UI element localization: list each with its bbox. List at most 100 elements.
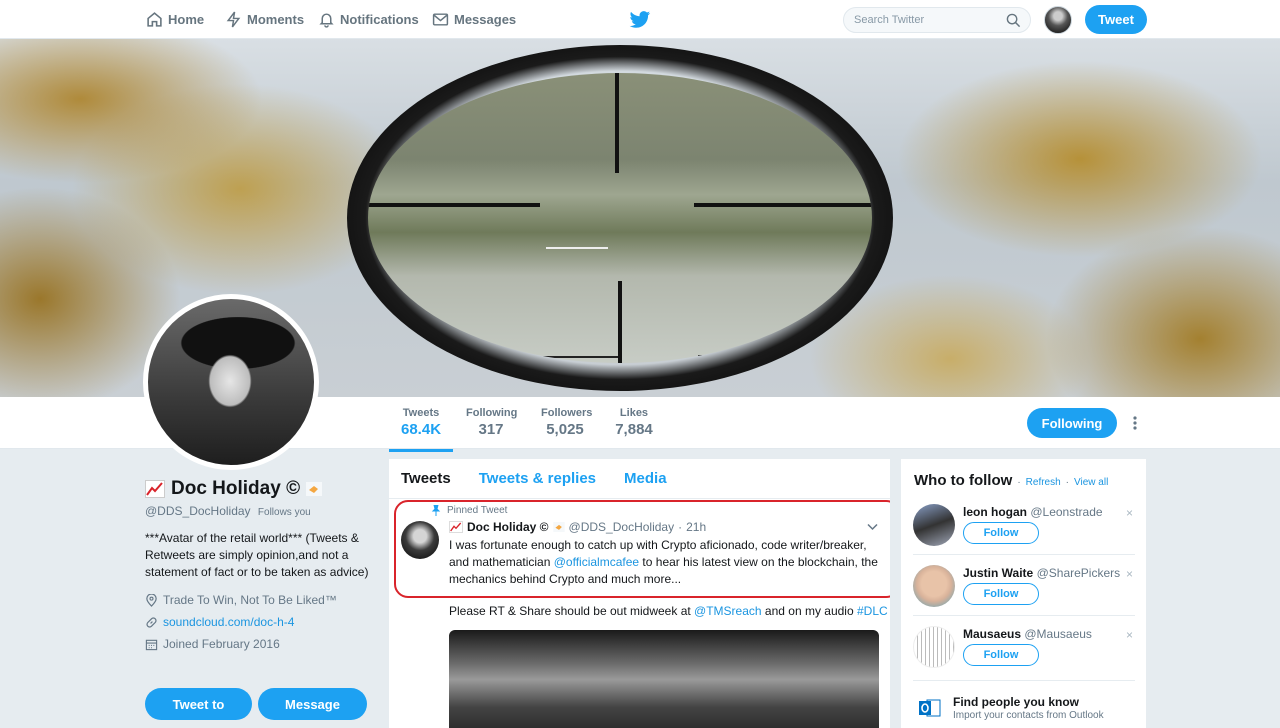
tab-media[interactable]: Media <box>624 470 667 487</box>
stat-following[interactable]: Following 317 <box>466 407 518 438</box>
stat-followers-label: Followers <box>541 407 593 419</box>
tweet-author-handle[interactable]: @DDS_DocHoliday <box>569 520 675 534</box>
top-navigation: Home Moments Notifications Messages Twee… <box>0 0 1280 39</box>
tweet-hashtag[interactable]: #DLC <box>857 604 888 618</box>
chevron-down-icon[interactable] <box>867 523 878 531</box>
tweet-line2-mention[interactable]: @TMSreach <box>694 604 762 618</box>
search-input[interactable] <box>844 8 994 32</box>
suggestion-avatar[interactable] <box>913 626 955 668</box>
suggestion-avatar[interactable] <box>913 565 955 607</box>
profile-joined: Joined February 2016 <box>145 637 375 651</box>
message-button[interactable]: Message <box>258 688 367 720</box>
stat-followers[interactable]: Followers 5,025 <box>541 407 593 438</box>
suggestion-item: Mausaeus @Mausaeus × Follow <box>913 626 1135 686</box>
tweet-header: Doc Holiday © @DDS_DocHoliday · 21h <box>449 520 706 534</box>
find-people-title: Find people you know <box>953 695 1079 709</box>
header-separator: · <box>1017 477 1021 488</box>
tweet-text-continued: Please RT & Share should be out midweek … <box>449 604 888 618</box>
tweet-time[interactable]: 21h <box>686 520 706 534</box>
follow-button[interactable]: Follow <box>963 522 1039 544</box>
suggestion-name-row[interactable]: Justin Waite @SharePickers <box>963 566 1120 580</box>
stat-following-value: 317 <box>478 421 504 438</box>
pinned-tweet-label: Pinned Tweet <box>431 505 507 516</box>
who-to-follow-header: Who to follow · Refresh · View all <box>914 472 1108 489</box>
suggestion-name: Mausaeus <box>963 627 1022 641</box>
stat-tweets-label: Tweets <box>402 407 440 419</box>
divider <box>913 680 1135 681</box>
tweet-line2-mid: and on my audio <box>764 604 854 618</box>
crosshair-left <box>368 203 540 207</box>
tweet-separator: · <box>678 520 683 534</box>
stat-likes-value: 7,884 <box>615 421 653 438</box>
nav-home[interactable]: Home <box>146 0 204 39</box>
calendar-icon <box>145 639 158 650</box>
suggestion-item: leon hogan @Leonstrade × Follow <box>913 504 1135 564</box>
nav-messages-label: Messages <box>454 12 517 27</box>
crosshair-right <box>694 203 872 207</box>
following-button[interactable]: Following <box>1027 408 1117 438</box>
nav-messages[interactable]: Messages <box>432 0 516 39</box>
tweet-line2-text: Please RT & Share should be out midweek … <box>449 604 691 618</box>
nav-moments-label: Moments <box>247 12 305 27</box>
profile-avatar[interactable] <box>143 294 319 470</box>
search-icon[interactable] <box>1006 13 1021 28</box>
stat-likes-label: Likes <box>619 407 649 419</box>
twitter-bird-icon[interactable] <box>629 10 651 30</box>
nav-notifications[interactable]: Notifications <box>318 0 419 39</box>
profile-action-buttons: Tweet to Message <box>145 688 367 720</box>
who-to-follow-module: Who to follow · Refresh · View all leon … <box>901 459 1146 728</box>
scope-tick <box>698 355 738 357</box>
profile-website-link[interactable]: soundcloud.com/doc-h-4 <box>163 615 294 629</box>
bell-icon <box>319 13 334 28</box>
profile-handle[interactable]: @DDS_DocHoliday <box>145 504 251 518</box>
tweet-author-name[interactable]: Doc Holiday © <box>467 520 549 534</box>
tweet-media-video[interactable] <box>449 630 879 728</box>
dismiss-icon[interactable]: × <box>1126 506 1133 520</box>
find-people-subtitle: Import your contacts from Outlook <box>953 710 1104 721</box>
tweet-mention[interactable]: @officialmcafee <box>554 555 639 569</box>
tab-tweets[interactable]: Tweets <box>401 470 451 487</box>
more-options-icon[interactable] <box>1130 415 1140 431</box>
tweet-to-button[interactable]: Tweet to <box>145 688 252 720</box>
dismiss-icon[interactable]: × <box>1126 628 1133 642</box>
suggestion-avatar[interactable] <box>913 504 955 546</box>
divider <box>913 615 1135 616</box>
follow-button[interactable]: Follow <box>963 583 1039 605</box>
suggestion-handle: @Mausaeus <box>1024 627 1092 641</box>
view-all-link[interactable]: View all <box>1074 477 1108 488</box>
profile-website: soundcloud.com/doc-h-4 <box>145 615 375 629</box>
suggestion-name: leon hogan <box>963 505 1027 519</box>
header-separator: · <box>1065 477 1070 488</box>
suggestion-name-row[interactable]: Mausaeus @Mausaeus <box>963 627 1092 641</box>
tab-tweets-replies[interactable]: Tweets & replies <box>479 470 596 487</box>
profile-bio: ***Avatar of the retail world*** (Tweets… <box>145 531 369 579</box>
nav-home-label: Home <box>168 12 205 27</box>
find-people-link[interactable]: Find people you know Import your contact… <box>913 693 1135 723</box>
lightning-icon <box>226 11 241 28</box>
tweet-author-avatar[interactable] <box>401 521 439 559</box>
crosshair-center-line <box>546 247 608 249</box>
stat-likes[interactable]: Likes 7,884 <box>614 407 654 438</box>
stat-tweets[interactable]: Tweets 68.4K <box>389 407 453 452</box>
flag-emoji-icon <box>306 482 323 496</box>
divider <box>913 554 1135 555</box>
home-icon <box>147 12 162 27</box>
follow-button[interactable]: Follow <box>963 644 1039 666</box>
tweet-text: I was fortunate enough to catch up with … <box>449 537 881 588</box>
search-box[interactable] <box>843 7 1031 33</box>
suggestion-name-row[interactable]: leon hogan @Leonstrade <box>963 505 1103 519</box>
timeline-tabs: Tweets Tweets & replies Media <box>389 459 890 499</box>
chart-up-emoji-icon <box>449 521 463 533</box>
refresh-link[interactable]: Refresh <box>1026 477 1061 488</box>
stat-following-label: Following <box>466 407 518 419</box>
suggestion-handle: @Leonstrade <box>1030 505 1103 519</box>
compose-tweet-button[interactable]: Tweet <box>1085 5 1147 34</box>
nav-moments[interactable]: Moments <box>225 0 304 39</box>
profile-handle-row: @DDS_DocHoliday Follows you <box>145 504 375 518</box>
dismiss-icon[interactable]: × <box>1126 567 1133 581</box>
crosshair-top <box>615 73 619 173</box>
profile-card: Doc Holiday © @DDS_DocHoliday Follows yo… <box>145 478 375 651</box>
scope-view <box>368 73 872 363</box>
timeline: Tweets Tweets & replies Media Pinned Twe… <box>389 459 890 728</box>
account-avatar[interactable] <box>1044 6 1072 34</box>
